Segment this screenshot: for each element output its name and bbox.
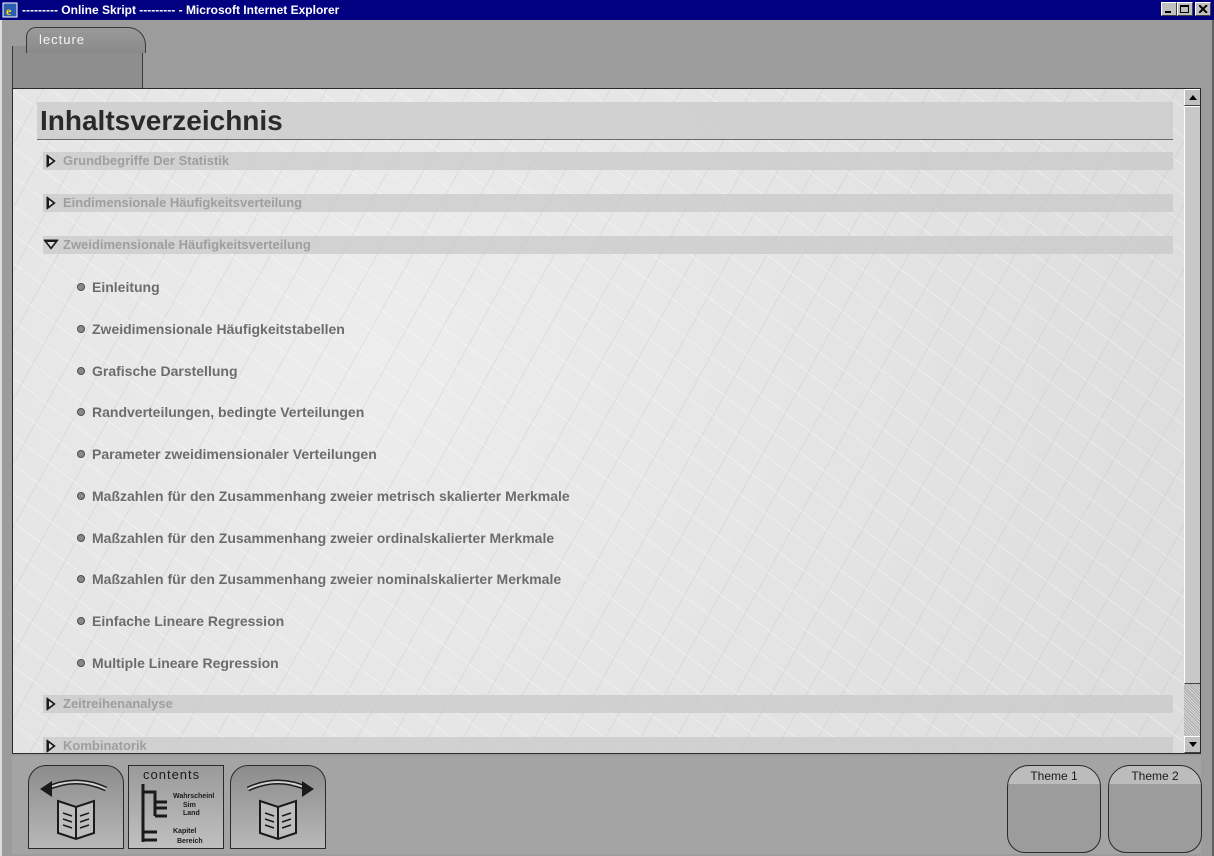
ie-logo-icon: e [2,2,18,18]
list-item[interactable]: Randverteilungen, bedingte Verteilungen [77,403,364,421]
scroll-down-button[interactable] [1184,736,1200,753]
scroll-thumb[interactable] [1184,106,1200,684]
bullet-icon [77,325,85,333]
contents-tree-item: Wahrscheinl [173,793,215,800]
bullet-icon [77,659,85,667]
bullet-icon [77,367,85,375]
contents-tree-item: Kapitel [173,828,197,835]
theme-2-button[interactable]: Theme 2 [1108,765,1202,853]
tab-lecture-label: lecture [39,32,86,47]
svg-text:e: e [6,4,12,18]
list-item-label: Maßzahlen für den Zusammenhang zweier or… [92,530,555,546]
list-item-label: Einfache Lineare Regression [92,613,285,629]
arrow-down-icon [1188,742,1197,747]
contents-button[interactable]: contents Wahrscheinl Sim Land Kapitel Be… [128,765,224,849]
section-zeitreihenanalyse[interactable]: Zeitreihenanalyse [43,695,1173,713]
list-item-label: Multiple Lineare Regression [92,655,279,671]
triangle-right-icon [46,697,56,711]
list-item-label: Parameter zweidimensionaler Verteilungen [92,446,377,462]
arrow-up-icon [1188,95,1197,100]
contents-label: contents [143,767,201,782]
section-label: Eindimensionale Häufigkeitsverteilung [63,195,303,210]
list-item-label: Randverteilungen, bedingte Verteilungen [92,404,365,420]
section-label: Kombinatorik [63,738,147,753]
section-label: Zweidimensionale Häufigkeitsverteilung [63,237,311,252]
triangle-right-icon [46,739,56,753]
bottom-toolbar: contents Wahrscheinl Sim Land Kapitel Be… [12,756,1202,854]
list-item[interactable]: Maßzahlen für den Zusammenhang zweier me… [77,487,570,505]
list-item[interactable]: Maßzahlen für den Zusammenhang zweier or… [77,529,554,547]
bullet-icon [77,575,85,583]
bullet-icon [77,534,85,542]
book-forward-icon [246,779,314,841]
bullet-icon [77,617,85,625]
vertical-scrollbar[interactable] [1184,89,1200,753]
list-item[interactable]: Multiple Lineare Regression [77,654,279,672]
section-eindimensionale[interactable]: Eindimensionale Häufigkeitsverteilung [43,194,1173,212]
list-item-label: Zweidimensionale Häufigkeitstabellen [92,321,345,337]
list-item[interactable]: Einleitung [77,278,160,296]
page-title: Inhaltsverzeichnis [40,105,283,136]
back-button[interactable] [28,765,124,849]
theme-1-button[interactable]: Theme 1 [1007,765,1101,853]
minimize-button[interactable] [1161,2,1177,16]
contents-tree-item: Bereich [177,838,203,845]
scroll-up-button[interactable] [1184,89,1200,106]
window-titlebar[interactable]: e --------- Online Skript --------- - Mi… [0,0,1214,20]
section-grundbegriffe[interactable]: Grundbegriffe Der Statistik [43,152,1173,170]
tab-lecture[interactable]: lecture [26,27,146,53]
triangle-right-icon [46,196,56,210]
close-button[interactable] [1195,2,1211,16]
contents-tree-item: Sim [183,802,196,809]
maximize-button[interactable] [1177,2,1193,16]
bullet-icon [77,283,85,291]
bullet-icon [77,408,85,416]
bullet-icon [77,450,85,458]
list-item[interactable]: Parameter zweidimensionaler Verteilungen [77,445,377,463]
triangle-down-icon [43,239,59,250]
section-kombinatorik[interactable]: Kombinatorik [43,737,1173,753]
triangle-right-icon [46,154,56,168]
book-back-icon [40,779,108,841]
bullet-icon [77,492,85,500]
list-item[interactable]: Einfache Lineare Regression [77,612,284,630]
list-item[interactable]: Grafische Darstellung [77,362,238,380]
theme-2-label: Theme 2 [1131,769,1179,783]
heading-bar: Inhaltsverzeichnis [37,102,1173,140]
theme-1-label: Theme 1 [1030,769,1078,783]
list-item-label: Maßzahlen für den Zusammenhang zweier no… [92,571,562,587]
list-item-label: Einleitung [92,279,160,295]
list-item-label: Maßzahlen für den Zusammenhang zweier me… [92,488,570,504]
section-zweidimensionale[interactable]: Zweidimensionale Häufigkeitsverteilung [43,236,1173,254]
scroll-track[interactable] [1184,684,1200,736]
list-item-label: Grafische Darstellung [92,363,238,379]
section-label: Zeitreihenanalyse [63,696,173,711]
window-title: --------- Online Skript --------- - Micr… [22,3,340,17]
content-panel: Inhaltsverzeichnis Grundbegriffe Der Sta… [12,88,1201,754]
list-item[interactable]: Maßzahlen für den Zusammenhang zweier no… [77,570,561,588]
contents-tree-item: Land [183,810,200,817]
section-label: Grundbegriffe Der Statistik [63,153,230,168]
list-item[interactable]: Zweidimensionale Häufigkeitstabellen [77,320,345,338]
forward-button[interactable] [230,765,326,849]
